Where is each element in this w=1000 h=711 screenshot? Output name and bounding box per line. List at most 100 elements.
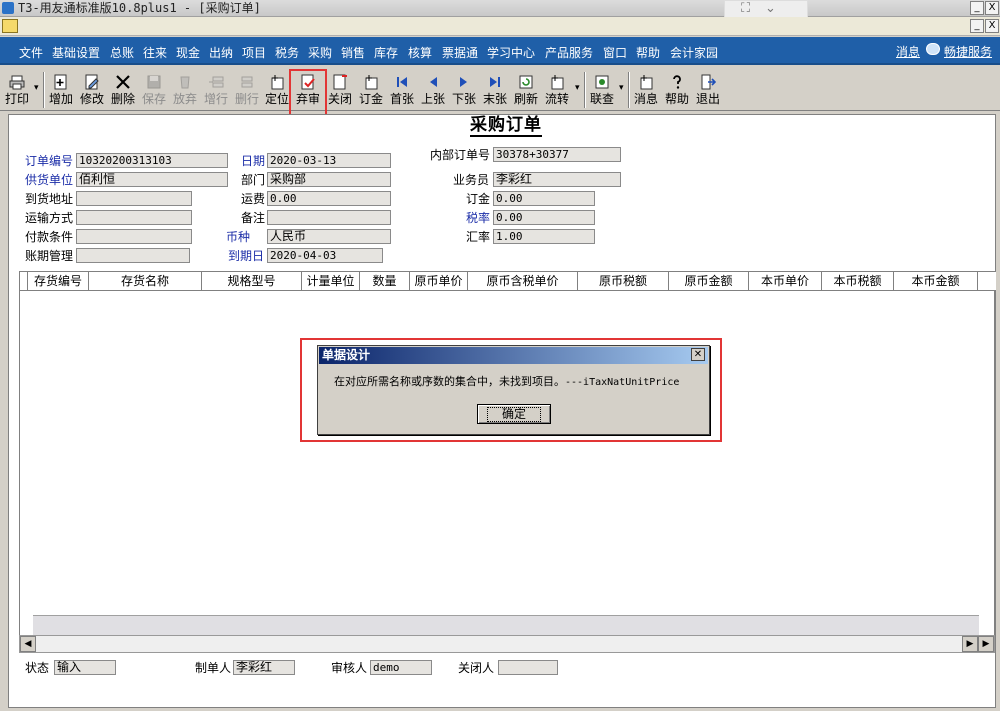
chevron-down-icon[interactable]: ⌄ (765, 1, 776, 17)
horizontal-scrollbar[interactable]: ◀ ▶ ▶ (19, 635, 995, 653)
chat-bubble-icon (926, 43, 940, 55)
account-period-field[interactable] (76, 248, 190, 263)
menu-help[interactable]: 帮助 (636, 44, 660, 61)
document-icon[interactable] (2, 19, 18, 33)
menu-basic-settings[interactable]: 基础设置 (52, 44, 100, 61)
col-tax-incl-price[interactable]: 原币含税单价 (468, 272, 578, 291)
scroll-right-icon[interactable]: ▶ (962, 636, 978, 652)
message-button[interactable]: 消息 (631, 71, 661, 109)
due-date-field[interactable]: 2020-04-03 (267, 248, 383, 263)
order-no-field[interactable]: 10320200313103 (76, 153, 228, 168)
scroll-left-icon[interactable]: ◀ (20, 636, 36, 652)
payment-terms-field[interactable] (76, 229, 192, 244)
col-tax[interactable]: 原币税额 (578, 272, 669, 291)
department-label: 部门 (241, 173, 266, 187)
save-icon (147, 75, 161, 89)
help-button[interactable]: 帮助 (662, 71, 692, 109)
internal-order-field[interactable]: 30378+30377 (493, 147, 621, 162)
print-button[interactable]: 打印 (2, 71, 32, 109)
discard-button[interactable]: 放弃 (170, 71, 200, 109)
query-button[interactable]: 联查 (587, 71, 617, 109)
menu-accounting-home[interactable]: 会计家园 (670, 44, 718, 61)
delivery-address-field[interactable] (76, 191, 192, 206)
deposit-button[interactable]: 订金 (356, 71, 386, 109)
menu-file[interactable]: 文件 (19, 44, 43, 61)
menu-general-ledger[interactable]: 总账 (110, 44, 134, 61)
minimize-button[interactable]: _ (970, 1, 984, 15)
next-icon (460, 77, 467, 87)
freight-label: 运费 (241, 192, 266, 206)
flow-dropdown-arrow[interactable]: ▾ (575, 83, 580, 93)
next-button[interactable]: 下张 (449, 71, 479, 109)
edit-button[interactable]: 修改 (77, 71, 107, 109)
col-item-code[interactable]: 存货编号 (28, 272, 89, 291)
col-unit-price[interactable]: 原币单价 (410, 272, 468, 291)
discard-label: 放弃 (172, 92, 197, 106)
flow-label: 流转 (544, 92, 569, 106)
delete-label: 删除 (110, 92, 135, 106)
deposit-field[interactable]: 0.00 (493, 191, 595, 206)
window-title: T3-用友通标准版10.8plus1 - [采购订单] (18, 1, 261, 15)
items-grid[interactable]: 存货编号 存货名称 规格型号 计量单位 数量 原币单价 原币含税单价 原币税额 … (19, 271, 996, 640)
refresh-button[interactable]: 刷新 (511, 71, 541, 109)
date-field[interactable]: 2020-03-13 (267, 153, 391, 168)
status-field: 输入 (54, 660, 116, 675)
supplier-field[interactable]: 佰利恒 (76, 172, 228, 187)
flow-button[interactable]: 流转 (542, 71, 572, 109)
last-button[interactable]: 末张 (480, 71, 510, 109)
col-local-amount[interactable]: 本币金额 (894, 272, 978, 291)
menu-cashier[interactable]: 出纳 (209, 44, 233, 61)
menu-bills[interactable]: 票据通 (442, 44, 478, 61)
doc-close-button[interactable]: X (985, 19, 999, 33)
col-local-price[interactable]: 本币单价 (749, 272, 822, 291)
menu-costing[interactable]: 核算 (408, 44, 432, 61)
edit-label: 修改 (79, 92, 104, 106)
col-item-name[interactable]: 存货名称 (89, 272, 202, 291)
close-window-button[interactable]: X (985, 1, 999, 15)
first-button[interactable]: 首张 (387, 71, 417, 109)
freight-field[interactable]: 0.00 (267, 191, 391, 206)
menu-project[interactable]: 项目 (242, 44, 266, 61)
scroll-end-icon[interactable]: ▶ (978, 636, 994, 652)
close-doc-button[interactable]: 关闭 (325, 71, 355, 109)
save-button[interactable]: 保存 (139, 71, 169, 109)
exchange-rate-field[interactable]: 1.00 (493, 229, 595, 244)
col-quantity[interactable]: 数量 (360, 272, 410, 291)
col-spec[interactable]: 规格型号 (202, 272, 302, 291)
exit-label: 退出 (695, 92, 720, 106)
salesperson-field[interactable]: 李彩红 (493, 172, 621, 187)
remark-field[interactable] (267, 210, 391, 225)
locate-button[interactable]: 定位 (263, 71, 291, 109)
doc-minimize-button[interactable]: _ (970, 19, 984, 33)
transport-field[interactable] (76, 210, 192, 225)
delete-row-button[interactable]: 删行 (232, 71, 262, 109)
query-dropdown-arrow[interactable]: ▾ (619, 83, 624, 93)
delete-button[interactable]: 删除 (108, 71, 138, 109)
prev-label: 上张 (420, 92, 445, 106)
col-unit[interactable]: 计量单位 (302, 272, 360, 291)
menu-window[interactable]: 窗口 (603, 44, 627, 61)
fullscreen-icon[interactable]: ⛶ (741, 1, 750, 17)
currency-field[interactable]: 人民币 (267, 229, 391, 244)
messages-link[interactable]: 消息 (896, 43, 920, 60)
close-doc-icon (333, 74, 347, 90)
tax-rate-field[interactable]: 0.00 (493, 210, 595, 225)
col-local-tax[interactable]: 本币税额 (822, 272, 894, 291)
add-button[interactable]: 增加 (46, 71, 76, 109)
menu-product-service[interactable]: 产品服务 (545, 44, 593, 61)
col-amount[interactable]: 原币金额 (669, 272, 749, 291)
menu-tax[interactable]: 税务 (275, 44, 299, 61)
grid-header: 存货编号 存货名称 规格型号 计量单位 数量 原币单价 原币含税单价 原币税额 … (20, 272, 996, 291)
menu-receivables[interactable]: 往来 (143, 44, 167, 61)
menu-sales[interactable]: 销售 (341, 44, 365, 61)
department-field[interactable]: 采购部 (267, 172, 391, 187)
print-dropdown-arrow[interactable]: ▾ (34, 83, 39, 93)
service-link[interactable]: 畅捷服务 (944, 43, 992, 60)
menu-inventory[interactable]: 库存 (374, 44, 398, 61)
add-row-button[interactable]: 增行 (201, 71, 231, 109)
menu-cash[interactable]: 现金 (176, 44, 200, 61)
prev-button[interactable]: 上张 (418, 71, 448, 109)
menu-learning-center[interactable]: 学习中心 (487, 44, 535, 61)
menu-purchase[interactable]: 采购 (308, 44, 332, 61)
exit-button[interactable]: 退出 (693, 71, 723, 109)
